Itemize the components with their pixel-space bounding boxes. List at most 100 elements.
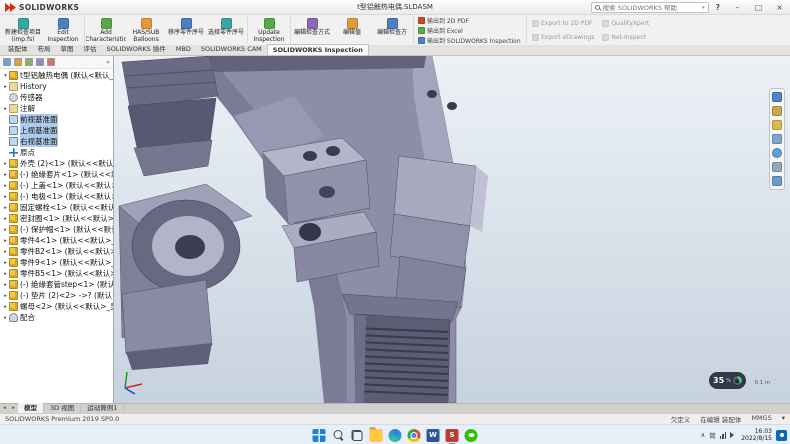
tree-expand-arrow-icon[interactable]: ▸ bbox=[2, 260, 9, 266]
ribbon-export-button[interactable]: Export eDrawings bbox=[532, 30, 594, 44]
tree-item[interactable]: 右视基准面 bbox=[0, 136, 113, 147]
tree-item[interactable]: ▾ t型铝触热电偶 (默认<默认_显示状态-1>) bbox=[0, 70, 113, 81]
word-app-icon[interactable] bbox=[427, 429, 440, 442]
ribbon-button[interactable]: 编辑检查方式 bbox=[292, 16, 332, 44]
file-explorer-taskbar-icon[interactable] bbox=[370, 429, 383, 442]
ribbon-export-button[interactable]: QualityXpert bbox=[602, 16, 649, 30]
tree-expand-arrow-icon[interactable]: ▸ bbox=[2, 194, 9, 200]
tree-expand-arrow-icon[interactable]: ▸ bbox=[2, 271, 9, 277]
ribbon-button[interactable]: Add Characteristic bbox=[86, 16, 126, 44]
model-tab[interactable]: 运动算例1 bbox=[81, 403, 124, 413]
solidworks-app-icon[interactable] bbox=[446, 429, 459, 442]
panel-more-chevron-icon[interactable]: » bbox=[106, 58, 110, 66]
tabs-scroll-left-icon[interactable]: ◂ bbox=[0, 403, 9, 413]
tree-item[interactable]: ▸ History bbox=[0, 81, 113, 92]
forum-icon[interactable] bbox=[772, 176, 782, 186]
ribbon-tab[interactable]: SOLIDWORKS 插件 bbox=[102, 44, 171, 55]
tree-expand-arrow-icon[interactable]: ▸ bbox=[2, 315, 9, 321]
tree-item[interactable]: ▸ (-) 上盖<1> (默认<<默认>_显示状态 1>) bbox=[0, 180, 113, 191]
task-view-icon[interactable] bbox=[351, 429, 364, 442]
tabs-scroll-right-icon[interactable]: ▸ bbox=[9, 403, 18, 413]
design-library-icon[interactable] bbox=[772, 106, 782, 116]
ribbon-export-item[interactable]: 输出到 SOLIDWORKS Inspection 项目 bbox=[418, 36, 522, 44]
tree-expand-arrow-icon[interactable]: ▸ bbox=[2, 238, 9, 244]
tree-expand-arrow-icon[interactable]: ▸ bbox=[2, 84, 9, 90]
network-icon[interactable] bbox=[720, 432, 727, 439]
ribbon-button[interactable]: 编辑值 bbox=[332, 16, 372, 44]
ribbon-tab[interactable]: SOLIDWORKS Inspection bbox=[267, 44, 369, 55]
edge-browser-icon[interactable] bbox=[389, 429, 402, 442]
tree-item[interactable]: ▸ 零件B5<1> (默认<<默认>_显示状态 1>) bbox=[0, 268, 113, 279]
tray-chevron-icon[interactable]: ∧ bbox=[700, 431, 705, 439]
tree-item[interactable]: 前视基准面 bbox=[0, 114, 113, 125]
ribbon-button[interactable]: 编辑检查方 bbox=[372, 16, 412, 44]
model-tab[interactable]: 3D 视图 bbox=[44, 403, 81, 413]
tree-expand-arrow-icon[interactable]: ▸ bbox=[2, 304, 9, 310]
tree-expand-arrow-icon[interactable]: ▸ bbox=[2, 282, 9, 288]
tree-expand-arrow-icon[interactable]: ▸ bbox=[2, 216, 9, 222]
tree-item[interactable]: ▸ 零件4<1> (默认<<默认>_显示状态 1>) bbox=[0, 235, 113, 246]
taskbar-search-icon[interactable] bbox=[332, 429, 345, 442]
ribbon-export-button[interactable]: Export to 2D PDF bbox=[532, 16, 594, 30]
ribbon-button[interactable]: Edit Inspection bbox=[43, 16, 83, 44]
model-tab[interactable]: 模型 bbox=[18, 403, 44, 413]
file-explorer-icon[interactable] bbox=[772, 120, 782, 130]
tree-item[interactable]: ▸ 螺母<2> (默认<<默认>_显示状态 1>) bbox=[0, 301, 113, 312]
ribbon-tab[interactable]: 评估 bbox=[79, 44, 102, 55]
search-input[interactable] bbox=[603, 4, 699, 12]
cad-model-svg[interactable] bbox=[114, 56, 790, 403]
ime-indicator[interactable]: 简 bbox=[709, 430, 716, 440]
ribbon-button[interactable]: Update Inspection bbox=[249, 16, 289, 44]
viewport-3d[interactable]: 35 % 0.1 in bbox=[114, 56, 790, 403]
view-palette-icon[interactable] bbox=[772, 134, 782, 144]
maximize-button[interactable]: □ bbox=[748, 0, 769, 15]
ribbon-button[interactable]: 移序零件序号 bbox=[166, 16, 206, 44]
tree-item[interactable]: ▸ 注解 bbox=[0, 103, 113, 114]
clock[interactable]: 16:03 2022/8/15 bbox=[741, 428, 772, 442]
ribbon-button[interactable]: 新建检查项目 (imp.fs) bbox=[3, 16, 43, 44]
ribbon-tab[interactable]: 装配体 bbox=[3, 44, 33, 55]
ribbon-tab[interactable]: SOLIDWORKS CAM bbox=[196, 44, 267, 55]
tree-item[interactable]: ▸ 密封圈<1> (默认<<默认>_显示状态 1>) bbox=[0, 213, 113, 224]
tree-item[interactable]: 上视基准面 bbox=[0, 125, 113, 136]
tree-expand-arrow-icon[interactable]: ▸ bbox=[2, 227, 9, 233]
tree-item[interactable]: ▸ 配合 bbox=[0, 312, 113, 323]
tree-item[interactable]: ▸ 零件B2<1> (默认<<默认>_显示状态 1>) bbox=[0, 246, 113, 257]
tree-expand-arrow-icon[interactable]: ▸ bbox=[2, 172, 9, 178]
dimxpertmanager-tab-icon[interactable] bbox=[36, 58, 44, 66]
tree-expand-arrow-icon[interactable]: ▸ bbox=[2, 205, 9, 211]
ribbon-export-item[interactable]: 输出到 Excel bbox=[418, 26, 522, 34]
ribbon-tab[interactable]: 草图 bbox=[56, 44, 79, 55]
ribbon-export-button[interactable]: Net-Inspect bbox=[602, 30, 649, 44]
ribbon-button[interactable]: HAS/SUB Balloons bbox=[126, 16, 166, 44]
search-chevron-icon[interactable]: ▾ bbox=[702, 5, 705, 11]
tree-expand-arrow-icon[interactable]: ▾ bbox=[2, 73, 9, 79]
tree-item[interactable]: ▸ (-) 保护帽<1> (默认<<默认>_显示状态 1>) bbox=[0, 224, 113, 235]
notification-center-icon[interactable] bbox=[776, 430, 787, 441]
help-search-box[interactable]: ▾ bbox=[591, 2, 709, 13]
close-button[interactable]: × bbox=[769, 0, 790, 15]
tree-item[interactable]: 原点 bbox=[0, 147, 113, 158]
ribbon-button[interactable]: 选择零件序号 bbox=[206, 16, 246, 44]
ribbon-export-item[interactable]: 输出到 2D PDF bbox=[418, 16, 522, 24]
custom-properties-icon[interactable] bbox=[772, 162, 782, 172]
configurationmanager-tab-icon[interactable] bbox=[25, 58, 33, 66]
start-button-icon[interactable] bbox=[313, 429, 326, 442]
tree-item[interactable]: ▸ (-) 绝缘套片<1> (默认<<默认>_显示状态 1>) bbox=[0, 169, 113, 180]
wechat-app-icon[interactable] bbox=[465, 429, 478, 442]
chrome-browser-icon[interactable] bbox=[408, 429, 421, 442]
tree-expand-arrow-icon[interactable]: ▸ bbox=[2, 106, 9, 112]
tree-item[interactable]: ▸ 固定螺栓<1> (默认<<默认>_显示状态 1>) bbox=[0, 202, 113, 213]
resources-icon[interactable] bbox=[772, 92, 782, 102]
tree-item[interactable]: ▸ (-) 电极<1> (默认<<默认>_显示状态 1>) bbox=[0, 191, 113, 202]
tree-item[interactable]: ▸ (-) 绝缘套管step<1> (默认<<默认>_显示状态 1>) bbox=[0, 279, 113, 290]
tree-expand-arrow-icon[interactable]: ▸ bbox=[2, 249, 9, 255]
ribbon-tab[interactable]: MBD bbox=[171, 44, 196, 55]
tree-expand-arrow-icon[interactable]: ▸ bbox=[2, 183, 9, 189]
volume-icon[interactable] bbox=[730, 432, 737, 438]
tree-expand-arrow-icon[interactable]: ▸ bbox=[2, 293, 9, 299]
tree-expand-arrow-icon[interactable]: ▸ bbox=[2, 161, 9, 167]
minimize-button[interactable]: – bbox=[727, 0, 748, 15]
propertymanager-tab-icon[interactable] bbox=[14, 58, 22, 66]
tree-item[interactable]: 传感器 bbox=[0, 92, 113, 103]
